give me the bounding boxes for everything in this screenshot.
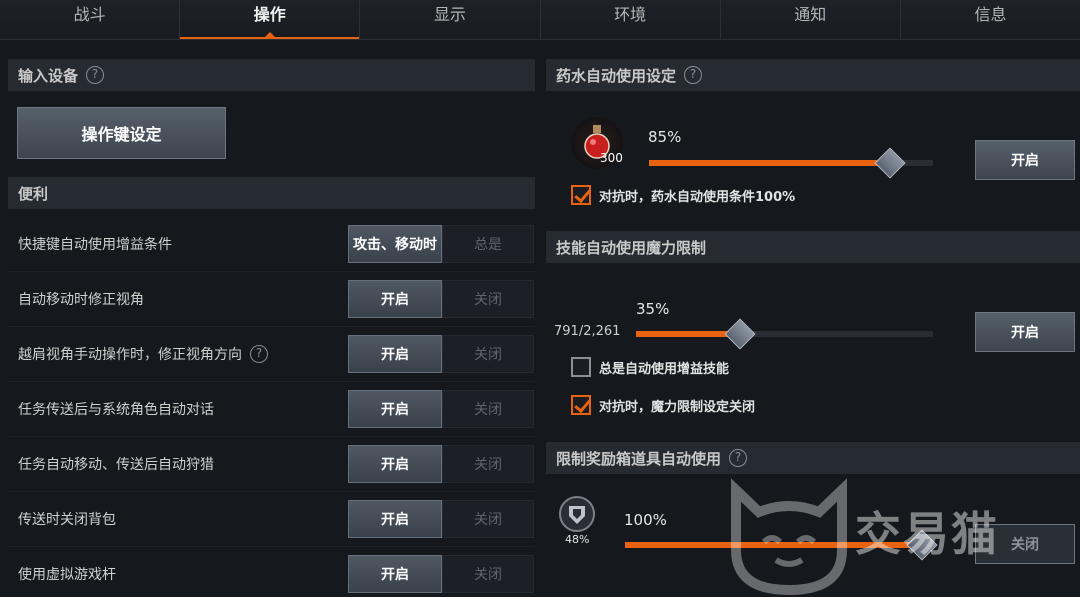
potion-slider[interactable] (649, 147, 933, 179)
toggle-off-button[interactable]: 总是 (442, 225, 534, 263)
toggle-on-button[interactable]: 开启 (348, 390, 442, 428)
toggle-off-button[interactable]: 关闭 (442, 390, 534, 428)
help-icon[interactable]: ? (250, 345, 268, 363)
checkbox[interactable] (571, 395, 591, 415)
potion-section: 药水自动使用设定 ? (546, 59, 1080, 91)
row-divider (8, 491, 535, 492)
help-icon[interactable]: ? (684, 66, 703, 84)
toggle-on-button[interactable]: 开启 (348, 335, 442, 373)
potion-slider-thumb[interactable] (874, 147, 906, 179)
tab-operation[interactable]: 操作 (180, 0, 361, 39)
top-tab-bar: 战斗 操作 显示 环境 通知 信息 (0, 0, 1080, 40)
potion-slider-fill (649, 160, 891, 166)
setting-toggle: 开启 关闭 (348, 500, 534, 538)
setting-label-text: 使用虚拟游戏杆 (18, 567, 116, 583)
toggle-on-button[interactable]: 开启 (348, 445, 442, 483)
section-title: 限制奖励箱道具自动使用 (556, 449, 722, 468)
setting-toggle: 开启 关闭 (348, 445, 534, 483)
toggle-off-button[interactable]: 关闭 (442, 500, 534, 538)
convenience-section: 便利 (8, 177, 535, 209)
toggle-on-button[interactable]: 开启 (348, 500, 442, 538)
watermark-text: 交易猫 (855, 507, 999, 561)
mana-percent: 35% (636, 300, 670, 318)
reward-percent: 100% (624, 511, 667, 529)
row-divider (8, 271, 535, 272)
checkbox[interactable] (571, 185, 591, 205)
toggle-off-button[interactable]: 关闭 (442, 445, 534, 483)
toggle-on-button[interactable]: 开启 (348, 555, 442, 593)
toggle-on-button[interactable]: 攻击、移动时 (348, 225, 442, 263)
mana-slider-thumb[interactable] (724, 318, 756, 350)
setting-label-text: 任务自动移动、传送后自动狩猎 (18, 457, 214, 473)
potion-count: 300 (600, 151, 623, 165)
potion-toggle-button[interactable]: 开启 (975, 140, 1075, 180)
toggle-off-button[interactable]: 关闭 (442, 280, 534, 318)
setting-row-label: 传送时关闭背包 (18, 509, 116, 529)
setting-label-text: 任务传送后与系统角色自动对话 (18, 402, 214, 418)
mana-section: 技能自动使用魔力限制 (546, 231, 1080, 263)
setting-row-label: 越肩视角手动操作时，修正视角方向? (18, 344, 268, 364)
setting-row-label: 使用虚拟游戏杆 (18, 564, 116, 584)
tab-info[interactable]: 信息 (901, 0, 1080, 39)
mana-pvp-check-row[interactable]: 对抗时，魔力限制设定关闭 (571, 395, 755, 415)
key-setting-button[interactable]: 操作键设定 (17, 107, 226, 159)
setting-toggle: 开启 关闭 (348, 335, 534, 373)
setting-toggle: 攻击、移动时 总是 (348, 225, 534, 263)
potion-pvp-check-row[interactable]: 对抗时，药水自动使用条件100% (571, 185, 795, 205)
setting-toggle: 开启 关闭 (348, 390, 534, 428)
setting-row-label: 自动移动时修正视角 (18, 289, 144, 309)
mana-slider[interactable] (636, 318, 933, 350)
section-title: 技能自动使用魔力限制 (556, 238, 707, 257)
checkbox-label: 对抗时，魔力限制设定关闭 (599, 399, 756, 415)
tab-notification[interactable]: 通知 (721, 0, 901, 39)
setting-label-text: 传送时关闭背包 (18, 512, 116, 528)
potion-percent: 85% (648, 128, 682, 146)
row-divider (8, 436, 535, 437)
setting-row-label: 任务传送后与系统角色自动对话 (18, 399, 214, 419)
checkbox[interactable] (571, 357, 591, 377)
checkbox-label: 对抗时，药水自动使用条件100% (599, 189, 796, 205)
tab-environment[interactable]: 环境 (541, 0, 721, 39)
setting-label-text: 快捷键自动使用增益条件 (18, 237, 172, 253)
setting-label-text: 自动移动时修正视角 (18, 292, 144, 308)
tab-display[interactable]: 显示 (360, 0, 541, 39)
help-icon[interactable]: ? (729, 449, 748, 467)
toggle-off-button[interactable]: 关闭 (442, 335, 534, 373)
reward-icon-percent: 48% (565, 533, 590, 546)
section-title: 便利 (18, 184, 49, 203)
row-divider (8, 546, 535, 547)
tab-combat[interactable]: 战斗 (0, 0, 181, 39)
checkbox-label: 总是自动使用增益技能 (599, 361, 730, 377)
setting-row-label: 快捷键自动使用增益条件 (18, 234, 172, 254)
input-device-section: 输入设备 ? (8, 59, 535, 91)
row-divider (8, 381, 535, 382)
help-icon[interactable]: ? (86, 66, 105, 84)
setting-row-label: 任务自动移动、传送后自动狩猎 (18, 454, 214, 474)
section-title: 输入设备 (18, 66, 79, 85)
row-divider (8, 326, 535, 327)
section-title: 药水自动使用设定 (556, 66, 677, 85)
toggle-on-button[interactable]: 开启 (348, 280, 442, 318)
watermark-cat-icon (724, 470, 854, 597)
mana-value: 791/2,261 (554, 324, 621, 339)
toggle-off-button[interactable]: 关闭 (442, 555, 534, 593)
always-buff-check-row[interactable]: 总是自动使用增益技能 (571, 357, 729, 377)
setting-toggle: 开启 关闭 (348, 555, 534, 593)
mana-toggle-button[interactable]: 开启 (975, 312, 1075, 352)
setting-label-text: 越肩视角手动操作时，修正视角方向 (18, 347, 242, 363)
shield-icon (559, 496, 595, 532)
setting-toggle: 开启 关闭 (348, 280, 534, 318)
